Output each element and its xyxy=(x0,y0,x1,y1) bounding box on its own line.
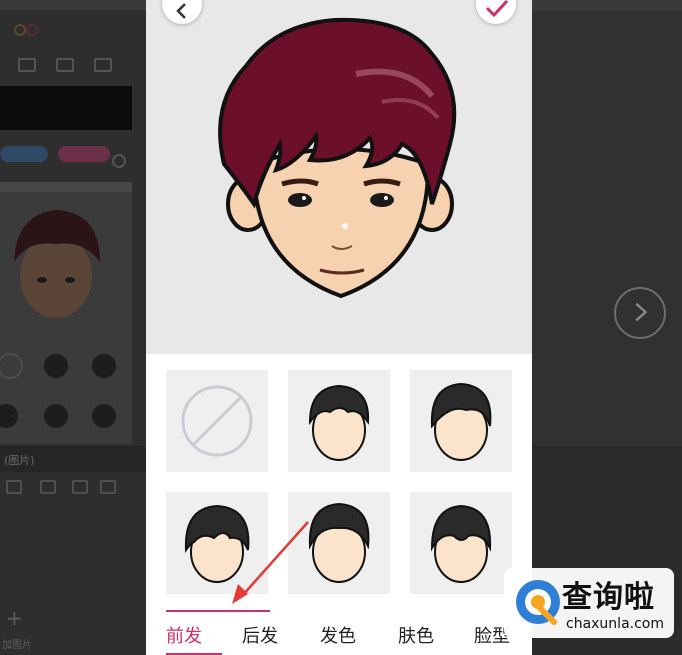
microphone-icon xyxy=(72,480,88,494)
media-icon xyxy=(6,480,22,494)
chevron-left-icon xyxy=(176,3,186,19)
avatar-editor-modal: 前发 后发 发色 肤色 脸型 xyxy=(146,0,532,655)
background-right-area xyxy=(530,0,682,446)
hair-style-icon xyxy=(308,384,370,461)
avatar-face xyxy=(218,17,457,299)
chevron-right-icon xyxy=(635,302,648,322)
app-logo-icon xyxy=(14,24,38,36)
background-pill xyxy=(58,146,110,162)
tab-highlight-box-top xyxy=(166,610,270,612)
watermark: 查询啦 chaxunla.com xyxy=(504,568,674,638)
tab-hair-color[interactable]: 发色 xyxy=(320,622,356,648)
toolbar-icon xyxy=(94,58,112,72)
tab-back-hair[interactable]: 后发 xyxy=(242,622,278,648)
add-image-button: + 加图片 xyxy=(0,606,48,655)
next-button[interactable] xyxy=(614,287,666,339)
hair-option[interactable] xyxy=(410,492,512,594)
tab-front-hair[interactable]: 前发 xyxy=(166,622,202,648)
toolbar-icon xyxy=(18,58,36,72)
background-right-bar xyxy=(530,0,682,10)
hair-options-grid xyxy=(146,354,532,610)
hair-option[interactable] xyxy=(288,492,390,594)
checkmark-icon xyxy=(485,0,509,18)
hair-style-icon xyxy=(308,502,370,583)
add-image-label: 加图片 xyxy=(2,640,32,651)
background-toolbar xyxy=(0,52,146,80)
confirm-button[interactable] xyxy=(476,0,516,24)
toolbar-icon xyxy=(56,58,74,72)
chaxunla-logo-icon xyxy=(516,580,560,625)
watermark-url: chaxunla.com xyxy=(566,616,664,632)
section-label: (图片) xyxy=(4,454,35,467)
media-icon xyxy=(40,480,56,494)
hair-option[interactable] xyxy=(166,492,268,594)
back-button[interactable] xyxy=(162,0,202,24)
tab-skin-color[interactable]: 肤色 xyxy=(398,622,434,648)
image-icon xyxy=(100,480,116,494)
hair-style-icon xyxy=(184,504,250,583)
search-icon xyxy=(112,154,126,168)
hair-style-icon xyxy=(430,504,492,583)
avatar-preview-area xyxy=(146,0,532,354)
background-thumbnails xyxy=(0,353,116,428)
background-icon-row xyxy=(0,476,146,498)
panel-header xyxy=(0,182,132,192)
hair-option[interactable] xyxy=(288,370,390,472)
hair-style-icon xyxy=(430,382,492,461)
hair-option[interactable] xyxy=(410,370,512,472)
no-style-icon xyxy=(181,385,253,457)
hair-option-none[interactable] xyxy=(166,370,268,472)
watermark-title: 查询啦 xyxy=(562,580,655,615)
editor-tab-bar: 前发 后发 发色 肤色 脸型 xyxy=(146,610,532,655)
background-preview xyxy=(0,86,132,130)
background-pill xyxy=(0,146,48,162)
background-avatar xyxy=(14,210,100,318)
plus-icon: + xyxy=(6,606,23,630)
